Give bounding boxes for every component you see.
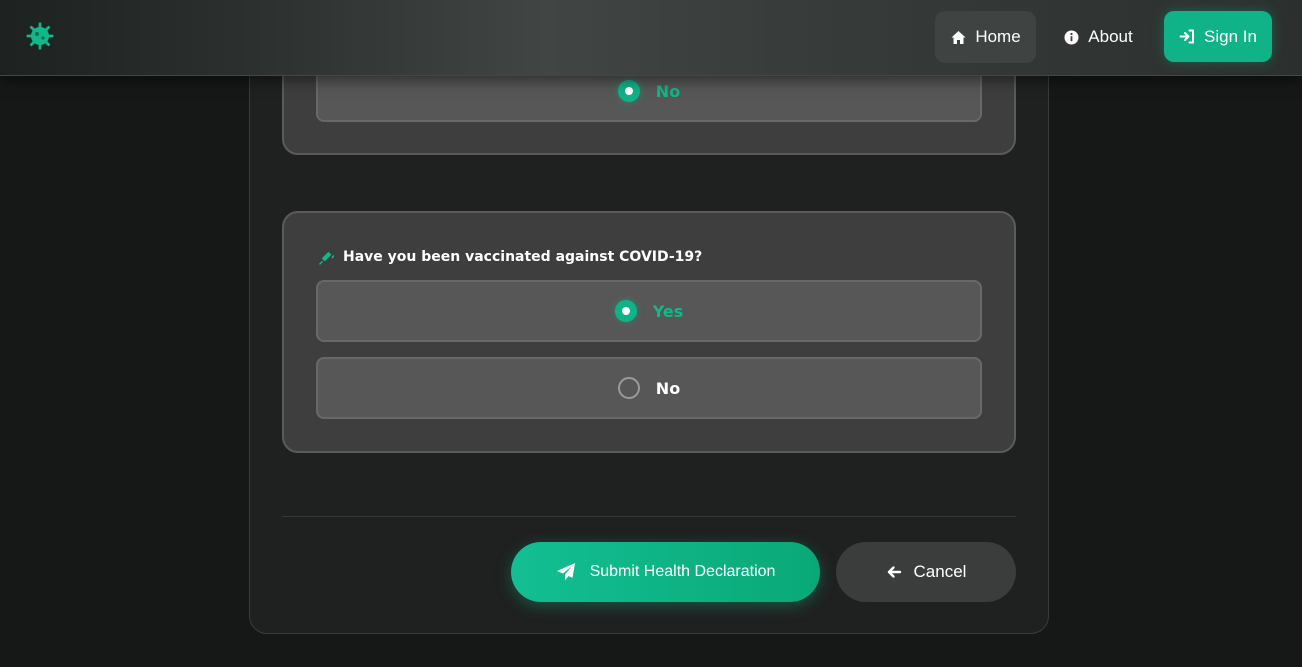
submit-declaration-button[interactable]: Submit Health Declaration (511, 542, 820, 602)
syringe-icon (319, 252, 334, 265)
navbar: Home About Sign In (0, 0, 1302, 76)
question-card-vaccination: Have you been vaccinated against COVID-1… (282, 211, 1016, 453)
virus-icon[interactable] (24, 20, 56, 52)
submit-label: Submit Health Declaration (589, 563, 776, 580)
page: No Have you been vaccinated against COVI… (0, 0, 1302, 667)
home-icon (951, 30, 966, 44)
sign-in-icon (1179, 29, 1195, 44)
question-text: Have you been vaccinated against COVID-1… (343, 249, 703, 265)
radio-selected[interactable] (617, 80, 640, 102)
nav-home-label: Home (975, 27, 1021, 46)
option-vaccinated-no[interactable]: No (316, 357, 982, 419)
paper-plane-icon (556, 563, 575, 581)
radio-unselected[interactable] (617, 377, 640, 399)
nav-home[interactable]: Home (935, 11, 1036, 63)
cancel-button[interactable]: Cancel (836, 542, 1016, 602)
question-label: Have you been vaccinated against COVID-1… (318, 249, 702, 265)
arrow-left-icon (887, 566, 901, 578)
info-icon (1064, 30, 1079, 44)
option-vaccinated-yes[interactable]: Yes (316, 280, 982, 342)
option-label: No (655, 81, 681, 101)
nav-about[interactable]: About (1050, 11, 1146, 63)
nav-sign-in-label: Sign In (1204, 26, 1257, 46)
option-label: No (655, 378, 681, 398)
nav-sign-in-button[interactable]: Sign In (1164, 11, 1272, 62)
form-divider (282, 516, 1016, 517)
cancel-label: Cancel (913, 562, 967, 581)
nav-about-label: About (1088, 27, 1133, 46)
option-label: Yes (652, 301, 684, 321)
radio-selected[interactable] (614, 300, 637, 322)
